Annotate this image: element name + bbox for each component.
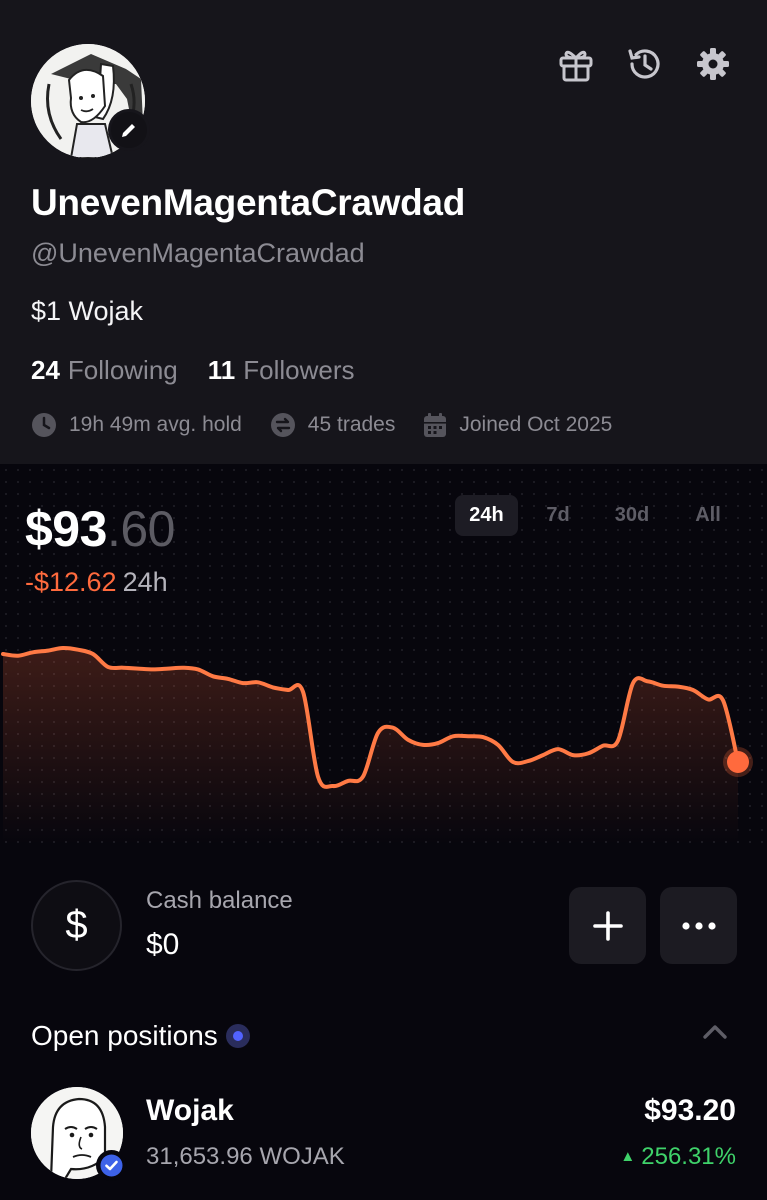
chart-current-point bbox=[727, 751, 749, 773]
change-amount: -$12.62 bbox=[25, 567, 117, 597]
position-change-percent: 256.31% bbox=[641, 1143, 736, 1170]
cash-balance-value: $0 bbox=[146, 928, 180, 961]
swap-icon bbox=[270, 413, 295, 437]
tab-7d[interactable]: 7d bbox=[528, 495, 588, 536]
followers-link[interactable]: 11 Followers bbox=[208, 355, 355, 386]
ellipsis-icon bbox=[681, 921, 716, 930]
open-positions-title: Open positions bbox=[31, 1020, 218, 1051]
display-name: UnevenMagentaCrawdad bbox=[31, 182, 465, 223]
tab-all[interactable]: All bbox=[678, 495, 738, 536]
portfolio-value-dollars: $93 bbox=[25, 501, 107, 557]
gift-button[interactable] bbox=[556, 44, 596, 84]
cash-icon: $ bbox=[31, 880, 122, 971]
cash-balance-label: Cash balance bbox=[146, 887, 293, 914]
tab-30d[interactable]: 30d bbox=[602, 495, 662, 536]
up-triangle-icon: ▲ bbox=[620, 1148, 636, 1165]
verified-check-icon bbox=[100, 1154, 123, 1177]
portfolio-value: $93.60 bbox=[25, 500, 175, 558]
followers-count: 11 bbox=[207, 355, 236, 385]
following-label: Following bbox=[67, 355, 178, 385]
more-options-button[interactable] bbox=[660, 887, 737, 964]
clock-icon bbox=[32, 413, 56, 437]
pencil-icon bbox=[122, 124, 135, 137]
live-indicator-dot bbox=[225, 1024, 250, 1048]
chevron-up-icon bbox=[703, 1025, 727, 1039]
chart-area-fill bbox=[3, 647, 738, 844]
position-token-quantity: 31,653.96 WOJAK bbox=[146, 1143, 345, 1170]
trader-stats: 19h 49m avg. hold 45 trades Joined Oct 2… bbox=[31, 412, 640, 438]
followers-label: Followers bbox=[243, 355, 355, 385]
joined-stat: Joined Oct 2025 bbox=[423, 412, 612, 438]
gear-icon bbox=[697, 48, 729, 80]
username-handle: @UnevenMagentaCrawdad bbox=[31, 238, 365, 268]
time-range-tabs: 24h 7d 30d All bbox=[455, 495, 738, 536]
position-change: ▲ 256.31% bbox=[620, 1143, 736, 1171]
avg-hold-text: 19h 49m avg. hold bbox=[69, 413, 242, 436]
portfolio-change: -$12.62 24h bbox=[25, 567, 168, 598]
add-cash-button[interactable] bbox=[569, 887, 646, 964]
plus-icon bbox=[592, 910, 623, 941]
tab-24h[interactable]: 24h bbox=[455, 495, 518, 536]
collapse-positions-button[interactable] bbox=[700, 1022, 730, 1047]
following-link[interactable]: 24 Following bbox=[31, 355, 178, 386]
history-icon bbox=[628, 49, 660, 79]
edit-avatar-button[interactable] bbox=[108, 109, 150, 151]
position-value: $93.20 bbox=[644, 1094, 736, 1127]
history-button[interactable] bbox=[625, 44, 665, 84]
profile-bio: $1 Wojak bbox=[31, 296, 144, 326]
follow-stats: 24 Following 11 Followers bbox=[31, 355, 355, 386]
joined-text: Joined Oct 2025 bbox=[459, 413, 613, 436]
portfolio-line-chart[interactable] bbox=[0, 620, 767, 844]
trades-text: 45 trades bbox=[307, 413, 396, 436]
gift-icon bbox=[559, 50, 593, 82]
position-token-name: Wojak bbox=[146, 1094, 234, 1127]
following-count: 24 bbox=[31, 355, 60, 385]
trades-stat: 45 trades bbox=[270, 412, 396, 438]
avg-hold-stat: 19h 49m avg. hold bbox=[31, 412, 242, 438]
open-positions-header: Open positions bbox=[31, 1020, 250, 1052]
portfolio-value-cents: .60 bbox=[106, 501, 176, 557]
calendar-icon bbox=[424, 413, 447, 437]
verified-badge bbox=[96, 1150, 127, 1181]
settings-button[interactable] bbox=[693, 44, 733, 84]
change-period: 24h bbox=[122, 567, 168, 597]
